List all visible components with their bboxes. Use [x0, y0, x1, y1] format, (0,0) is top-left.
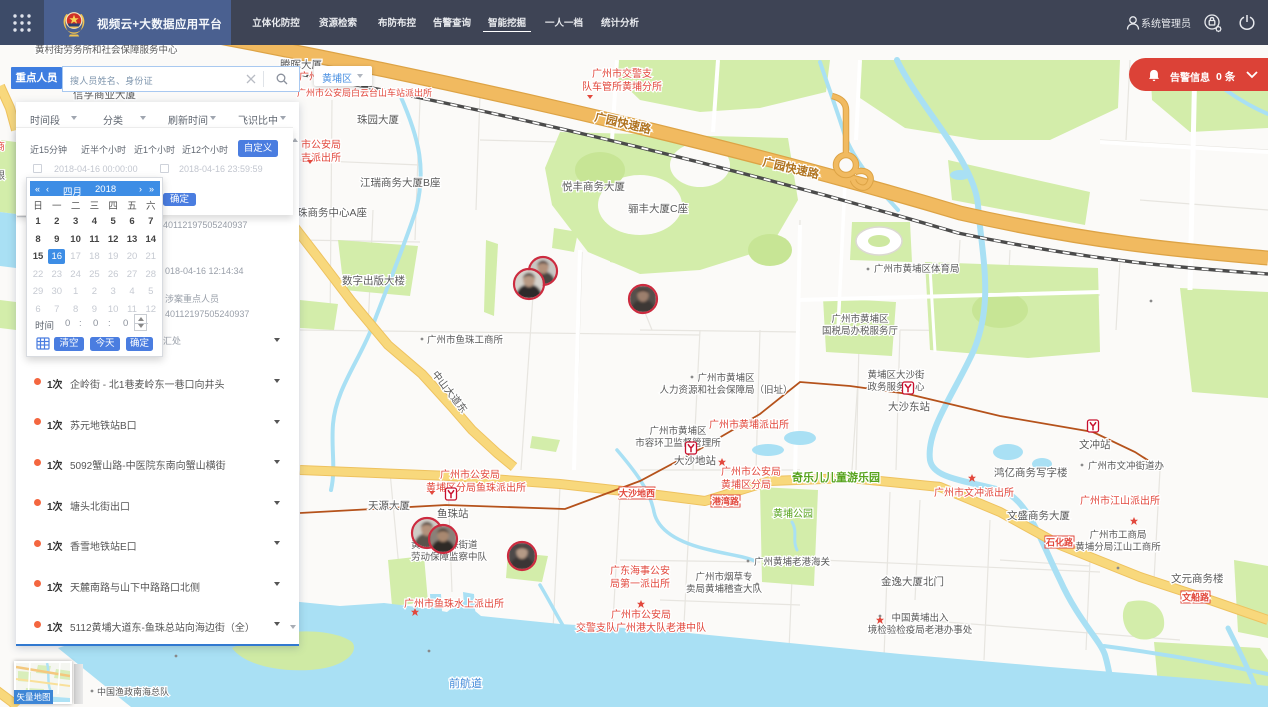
svg-text:广州市黄埔区体育局: 广州市黄埔区体育局	[874, 263, 960, 275]
svg-text:广州市文冲街道办: 广州市文冲街道办	[1088, 460, 1165, 472]
svg-text:鸿亿商务写字楼: 鸿亿商务写字楼	[994, 466, 1068, 479]
svg-text:数字出版大楼: 数字出版大楼	[342, 274, 405, 287]
svg-text:广州市交警支: 广州市交警支	[592, 67, 652, 80]
svg-text:政务服务中心: 政务服务中心	[867, 381, 925, 393]
svg-text:广园快速路: 广园快速路	[761, 155, 821, 182]
svg-text:广州市黄埔区: 广州市黄埔区	[697, 372, 755, 384]
svg-text:大沙地西: 大沙地西	[619, 488, 655, 499]
svg-text:黄埔公园: 黄埔公园	[773, 507, 813, 520]
svg-text:境检验检疫局老港办事处: 境检验检疫局老港办事处	[868, 624, 973, 636]
svg-text:中国渔政南海总队: 中国渔政南海总队	[97, 686, 169, 697]
svg-text:人力资源和社会保障局（旧址）: 人力资源和社会保障局（旧址）	[659, 384, 792, 396]
svg-text:石化路: 石化路	[1045, 537, 1074, 548]
svg-text:广州市公安局: 广州市公安局	[611, 608, 671, 621]
svg-text:黄埔区大沙街: 黄埔区大沙街	[867, 369, 925, 381]
svg-text:中国黄埔出入: 中国黄埔出入	[891, 612, 949, 624]
svg-text:广州市文冲派出所: 广州市文冲派出所	[934, 486, 1014, 499]
svg-text:局第一派出所: 局第一派出所	[610, 577, 670, 590]
svg-text:队车管所黄埔分所: 队车管所黄埔分所	[582, 80, 662, 93]
svg-text:广州市公安局: 广州市公安局	[721, 465, 781, 478]
svg-text:广州市鱼珠工商所: 广州市鱼珠工商所	[427, 334, 504, 346]
svg-text:广州市鱼珠水上派出所: 广州市鱼珠水上派出所	[404, 597, 504, 610]
svg-text:广州市公安局白云台山车站派出所: 广州市公安局白云台山车站派出所	[297, 87, 432, 98]
svg-text:广州市黄埔区: 广州市黄埔区	[649, 425, 707, 437]
svg-text:卖局黄埔稽查大队: 卖局黄埔稽查大队	[686, 583, 763, 595]
svg-text:广州黄埔老港海关: 广州黄埔老港海关	[754, 556, 831, 568]
svg-text:广州市烟草专: 广州市烟草专	[695, 571, 752, 583]
svg-text:文元商务楼: 文元商务楼	[1171, 572, 1224, 585]
svg-text:银: 银	[0, 169, 5, 182]
svg-text:黄村街劳务所和社会保障服务中心: 黄村街劳务所和社会保障服务中心	[35, 44, 178, 56]
svg-text:珠园大厦: 珠园大厦	[357, 113, 399, 126]
svg-text:市容环卫监督管理所: 市容环卫监督管理所	[635, 437, 721, 449]
svg-text:国税局办税服务厅: 国税局办税服务厅	[822, 325, 899, 337]
svg-text:商: 商	[0, 140, 5, 153]
svg-text:广州市公安局: 广州市公安局	[440, 468, 500, 481]
svg-text:交警支队广州港大队老港中队: 交警支队广州港大队老港中队	[576, 621, 706, 634]
svg-text:广州市江山派出所: 广州市江山派出所	[1080, 494, 1160, 507]
svg-text:广州市黄埔派出所: 广州市黄埔派出所	[709, 418, 789, 431]
svg-text:文冲站: 文冲站	[1079, 438, 1111, 451]
svg-text:黄埔分局江山工商所: 黄埔分局江山工商所	[1075, 541, 1161, 553]
svg-text:广州市工商局: 广州市工商局	[1089, 529, 1146, 541]
svg-text:大沙东站: 大沙东站	[888, 400, 930, 413]
svg-text:广园快速路: 广园快速路	[593, 110, 653, 137]
svg-text:广东海事公安: 广东海事公安	[610, 564, 670, 577]
svg-text:市公安局: 市公安局	[301, 138, 341, 151]
svg-text:劳动保障监察中队: 劳动保障监察中队	[411, 551, 488, 563]
svg-text:骊丰大厦C座: 骊丰大厦C座	[628, 202, 688, 215]
svg-text:中山大道东: 中山大道东	[429, 368, 470, 415]
svg-text:鱼珠站: 鱼珠站	[437, 507, 469, 520]
svg-text:港湾路: 港湾路	[712, 496, 740, 507]
svg-text:天源大厦: 天源大厦	[368, 499, 410, 512]
svg-text:珠商务中心A座: 珠商务中心A座	[297, 206, 367, 219]
svg-text:吉派出所: 吉派出所	[301, 151, 341, 164]
svg-text:黄埔区分局: 黄埔区分局	[721, 478, 771, 491]
svg-text:江瑞商务大厦B座: 江瑞商务大厦B座	[360, 176, 441, 189]
svg-text:黄埔区分局鱼珠派出所: 黄埔区分局鱼珠派出所	[426, 481, 526, 494]
svg-text:广州市黄埔区: 广州市黄埔区	[831, 313, 889, 325]
svg-text:金逸大厦北门: 金逸大厦北门	[881, 575, 944, 588]
svg-text:奇乐儿儿童游乐园: 奇乐儿儿童游乐园	[792, 470, 880, 484]
svg-text:大沙地站: 大沙地站	[674, 454, 716, 467]
svg-text:悦丰商务大厦: 悦丰商务大厦	[562, 180, 625, 193]
svg-text:前航道: 前航道	[449, 676, 482, 690]
svg-text:文盛商务大厦: 文盛商务大厦	[1007, 509, 1070, 522]
svg-text:文船路: 文船路	[1181, 592, 1210, 603]
